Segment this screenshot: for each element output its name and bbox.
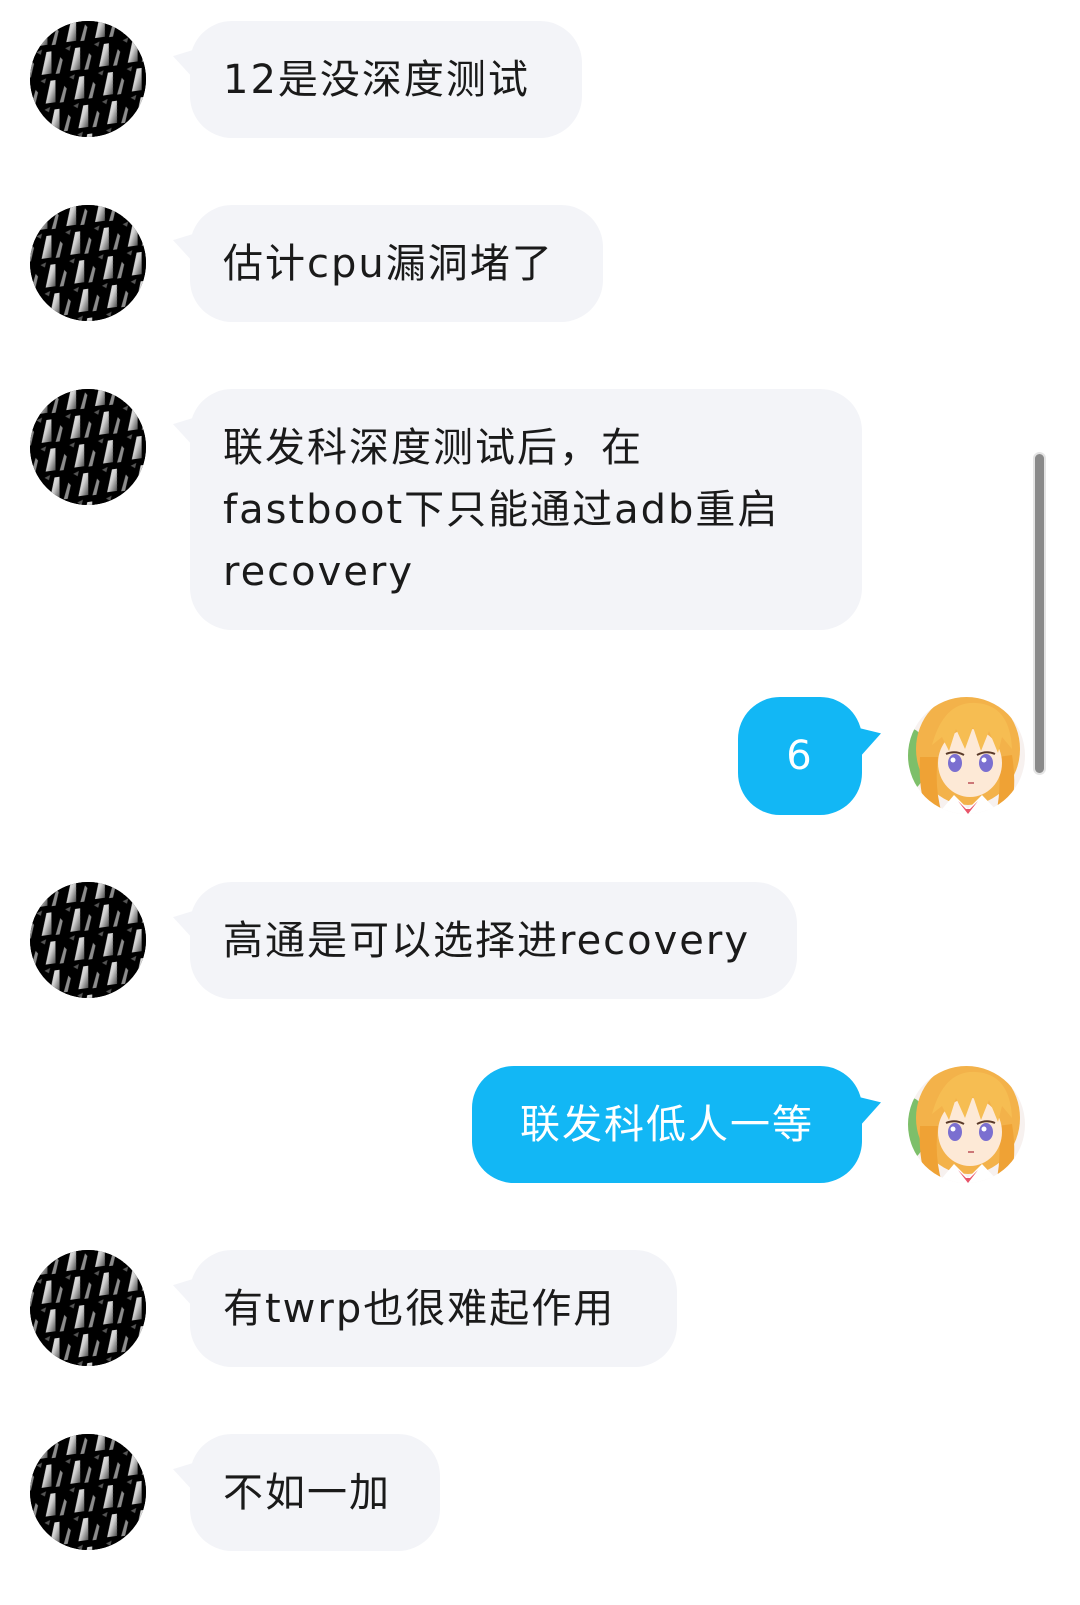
message-text: 有twrp也很难起作用 xyxy=(223,1285,616,1332)
sent-message: 6 xyxy=(0,697,1080,815)
message-text: 12是没深度测试 xyxy=(223,56,530,103)
received-message: 有twrp也很难起作用 xyxy=(0,1250,1080,1367)
scrollbar-thumb[interactable] xyxy=(1033,452,1046,775)
message-bubble[interactable]: 12是没深度测试 xyxy=(190,21,582,138)
contact-avatar[interactable] xyxy=(30,389,146,505)
message-bubble[interactable]: 有twrp也很难起作用 xyxy=(190,1250,677,1367)
message-text: 估计cpu漏洞堵了 xyxy=(223,240,554,287)
received-message: 高通是可以选择进recovery xyxy=(0,882,1080,999)
self-avatar[interactable] xyxy=(908,697,1025,814)
message-text-line: 联发科深度测试后，在 xyxy=(223,424,643,471)
message-bubble[interactable]: 估计cpu漏洞堵了 xyxy=(190,205,603,322)
message-bubble[interactable]: 6 xyxy=(738,697,862,815)
contact-avatar[interactable] xyxy=(30,882,146,998)
contact-avatar[interactable] xyxy=(30,21,146,137)
self-avatar[interactable] xyxy=(908,1066,1025,1183)
received-message: 12是没深度测试 xyxy=(0,21,1080,138)
contact-avatar[interactable] xyxy=(30,1434,146,1550)
message-bubble[interactable]: 高通是可以选择进recovery xyxy=(190,882,797,999)
received-message: 不如一加 xyxy=(0,1434,1080,1551)
contact-avatar[interactable] xyxy=(30,1250,146,1366)
message-bubble[interactable]: 联发科深度测试后，在 fastboot下只能通过adb重启 recovery xyxy=(190,389,862,630)
message-text-line: fastboot下只能通过adb重启 xyxy=(223,486,780,533)
message-text: 6 xyxy=(786,732,814,779)
received-message: 估计cpu漏洞堵了 xyxy=(0,205,1080,322)
message-bubble[interactable]: 联发科低人一等 xyxy=(472,1066,862,1183)
message-bubble[interactable]: 不如一加 xyxy=(190,1434,440,1551)
chat-screen: 12是没深度测试 估计cpu漏洞堵了 联发科深度测试后，在 fastboot下只… xyxy=(0,0,1080,1605)
message-text: 不如一加 xyxy=(223,1469,391,1516)
message-text-line: recovery xyxy=(223,548,415,595)
message-list[interactable]: 12是没深度测试 估计cpu漏洞堵了 联发科深度测试后，在 fastboot下只… xyxy=(0,0,1080,1605)
sent-message: 联发科低人一等 xyxy=(0,1066,1080,1183)
message-text: 高通是可以选择进recovery xyxy=(223,917,751,964)
message-text: 联发科低人一等 xyxy=(520,1101,814,1148)
received-message: 联发科深度测试后，在 fastboot下只能通过adb重启 recovery xyxy=(0,389,1080,630)
contact-avatar[interactable] xyxy=(30,205,146,321)
